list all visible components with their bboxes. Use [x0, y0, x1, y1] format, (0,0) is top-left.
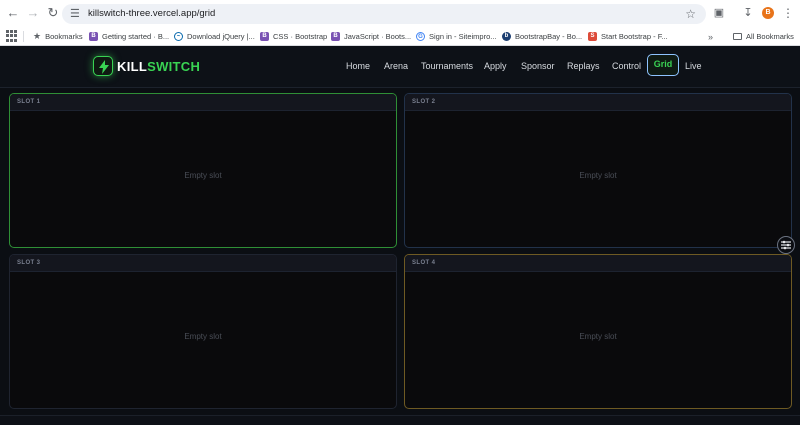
slot-status: Empty slot [184, 170, 222, 180]
address-bar[interactable]: ☰ killswitch-three.vercel.app/grid ☆ [62, 4, 706, 24]
nav-home[interactable]: Home [346, 58, 370, 74]
settings-sliders-icon[interactable] [777, 236, 795, 254]
profile-avatar[interactable]: B [762, 7, 774, 19]
bookmarks-divider [23, 31, 24, 42]
slot-status: Empty slot [579, 170, 617, 180]
slot-title: SLOT 3 [10, 255, 396, 272]
page-footer [0, 415, 800, 425]
site-header: KILLSWITCH Home Arena Tournaments Apply … [0, 46, 800, 88]
slot-title: SLOT 1 [10, 94, 396, 111]
slot-title: SLOT 2 [405, 94, 791, 111]
nav-replays[interactable]: Replays [567, 58, 600, 74]
slot-status: Empty slot [184, 331, 222, 341]
bookmark-item[interactable]: G Sign in - Siteimpro... [416, 30, 497, 43]
bookmark-item[interactable]: ★ Bookmarks [33, 30, 83, 43]
site-info-icon[interactable]: ☰ [70, 7, 80, 21]
jquery-favicon-icon: ~ [174, 32, 183, 41]
apps-grid-icon[interactable] [6, 30, 18, 42]
bootstrapbay-favicon-icon: b [502, 32, 511, 41]
google-favicon-icon: G [416, 32, 425, 41]
bookmark-item[interactable]: S Start Bootstrap - F... [588, 30, 668, 43]
menu-kebab-icon[interactable]: ⋮ [780, 5, 796, 21]
bootstrap-favicon-icon: B [89, 32, 98, 41]
nav-arena[interactable]: Arena [384, 58, 408, 74]
nav-apply[interactable]: Apply [484, 58, 507, 74]
bookmark-star-icon[interactable]: ☆ [685, 6, 696, 22]
folder-icon [733, 33, 742, 40]
nav-tournaments[interactable]: Tournaments [421, 58, 473, 74]
slot-title: SLOT 4 [405, 255, 791, 272]
slot-1[interactable]: SLOT 1 Empty slot [9, 93, 397, 248]
forward-icon[interactable]: → [25, 5, 41, 21]
site-logo[interactable]: KILLSWITCH [117, 59, 200, 74]
reload-icon[interactable]: ↻ [45, 5, 61, 21]
slot-status: Empty slot [579, 331, 617, 341]
bookmark-item[interactable]: B JavaScript · Boots... [331, 30, 411, 43]
nav-control[interactable]: Control [612, 58, 641, 74]
bookmarks-bar: ★ Bookmarks B Getting started · B... ~ D… [0, 27, 800, 46]
bootstrap-favicon-icon: B [260, 32, 269, 41]
startbootstrap-favicon-icon: S [588, 32, 597, 41]
bookmark-item[interactable]: B CSS · Bootstrap [260, 30, 327, 43]
bookmark-item[interactable]: B Getting started · B... [89, 30, 169, 43]
slot-2[interactable]: SLOT 2 Empty slot [404, 93, 792, 248]
back-icon[interactable]: ← [5, 5, 21, 21]
star-icon: ★ [33, 31, 42, 41]
cast-icon[interactable]: ▣ [711, 5, 727, 21]
url-text[interactable]: killswitch-three.vercel.app/grid [88, 8, 215, 20]
slot-3[interactable]: SLOT 3 Empty slot [9, 254, 397, 409]
bookmark-item[interactable]: ~ Download jQuery |... [174, 30, 255, 43]
browser-toolbar: ← → ↻ ☰ killswitch-three.vercel.app/grid… [0, 0, 800, 27]
bootstrap-favicon-icon: B [331, 32, 340, 41]
nav-grid[interactable]: Grid [647, 54, 679, 76]
lightning-bolt-icon[interactable] [93, 56, 113, 76]
download-icon[interactable]: ↧ [740, 5, 756, 21]
nav-live[interactable]: Live [685, 58, 702, 74]
bookmark-item[interactable]: b BootstrapBay - Bo... [502, 30, 582, 43]
nav-sponsor[interactable]: Sponsor [521, 58, 555, 74]
more-bookmarks-icon[interactable]: » [708, 30, 713, 43]
all-bookmarks-folder[interactable]: All Bookmarks [733, 30, 794, 43]
slot-4[interactable]: SLOT 4 Empty slot [404, 254, 792, 409]
